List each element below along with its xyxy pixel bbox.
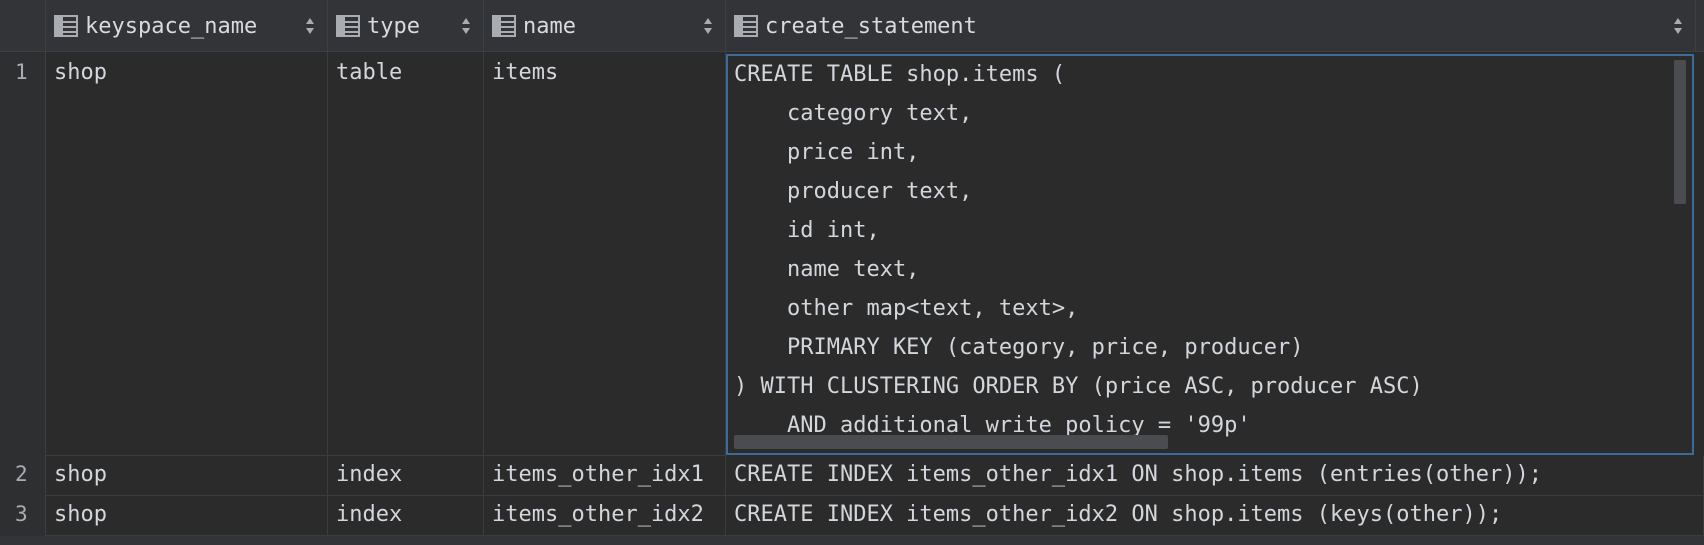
- code-line: other map<text, text>,: [734, 296, 1079, 321]
- sort-arrows-icon[interactable]: [305, 17, 315, 35]
- sort-arrows-icon[interactable]: [1673, 17, 1683, 35]
- code-line: PRIMARY KEY (category, price, producer): [734, 335, 1304, 360]
- row-number[interactable]: 1: [0, 52, 46, 456]
- sort-arrows-icon[interactable]: [461, 17, 471, 35]
- cell-name[interactable]: items_other_idx1: [484, 456, 726, 496]
- table-column-icon: [336, 15, 360, 37]
- result-grid: keyspace_name type name create_statement…: [0, 0, 1704, 545]
- cell-create-statement[interactable]: CREATE INDEX items_other_idx1 ON shop.it…: [726, 456, 1704, 496]
- code-line: name text,: [734, 257, 920, 282]
- column-header-name[interactable]: name: [484, 0, 726, 52]
- grid-header: keyspace_name type name create_statement: [0, 0, 1704, 52]
- cell-type[interactable]: table: [328, 52, 484, 456]
- code-line: price int,: [734, 140, 920, 165]
- table-column-icon: [734, 15, 758, 37]
- table-column-icon: [492, 15, 516, 37]
- cell-type[interactable]: index: [328, 496, 484, 536]
- sort-arrows-icon[interactable]: [703, 17, 713, 35]
- code-line: CREATE TABLE shop.items (: [734, 62, 1066, 87]
- cell-keyspace-name[interactable]: shop: [46, 52, 328, 456]
- code-line: ) WITH CLUSTERING ORDER BY (price ASC, p…: [734, 374, 1423, 399]
- cell-name[interactable]: items_other_idx2: [484, 496, 726, 536]
- column-header-label: name: [523, 13, 576, 39]
- code-line: id int,: [734, 218, 880, 243]
- code-line: producer text,: [734, 179, 973, 204]
- column-header-create-statement[interactable]: create_statement: [726, 0, 1696, 52]
- column-header-type[interactable]: type: [328, 0, 484, 52]
- row-number[interactable]: 2: [0, 456, 46, 496]
- create-statement-cell-editor[interactable]: CREATE TABLE shop.items ( category text,…: [726, 54, 1694, 455]
- column-header-label: create_statement: [765, 13, 977, 39]
- horizontal-scrollbar[interactable]: [734, 435, 1168, 449]
- column-header-label: type: [367, 13, 420, 39]
- cell-keyspace-name[interactable]: shop: [46, 496, 328, 536]
- cell-name[interactable]: items: [484, 52, 726, 456]
- vertical-scrollbar[interactable]: [1674, 60, 1686, 204]
- row-number-header: [0, 0, 46, 52]
- table-column-icon: [54, 15, 78, 37]
- column-header-keyspace-name[interactable]: keyspace_name: [46, 0, 328, 52]
- cell-keyspace-name[interactable]: shop: [46, 456, 328, 496]
- row-number[interactable]: 3: [0, 496, 46, 536]
- cell-create-statement[interactable]: CREATE INDEX items_other_idx2 ON shop.it…: [726, 496, 1704, 536]
- code-line: category text,: [734, 101, 973, 126]
- grid-bottom-bar: [0, 536, 1704, 545]
- column-header-label: keyspace_name: [85, 13, 258, 39]
- cell-type[interactable]: index: [328, 456, 484, 496]
